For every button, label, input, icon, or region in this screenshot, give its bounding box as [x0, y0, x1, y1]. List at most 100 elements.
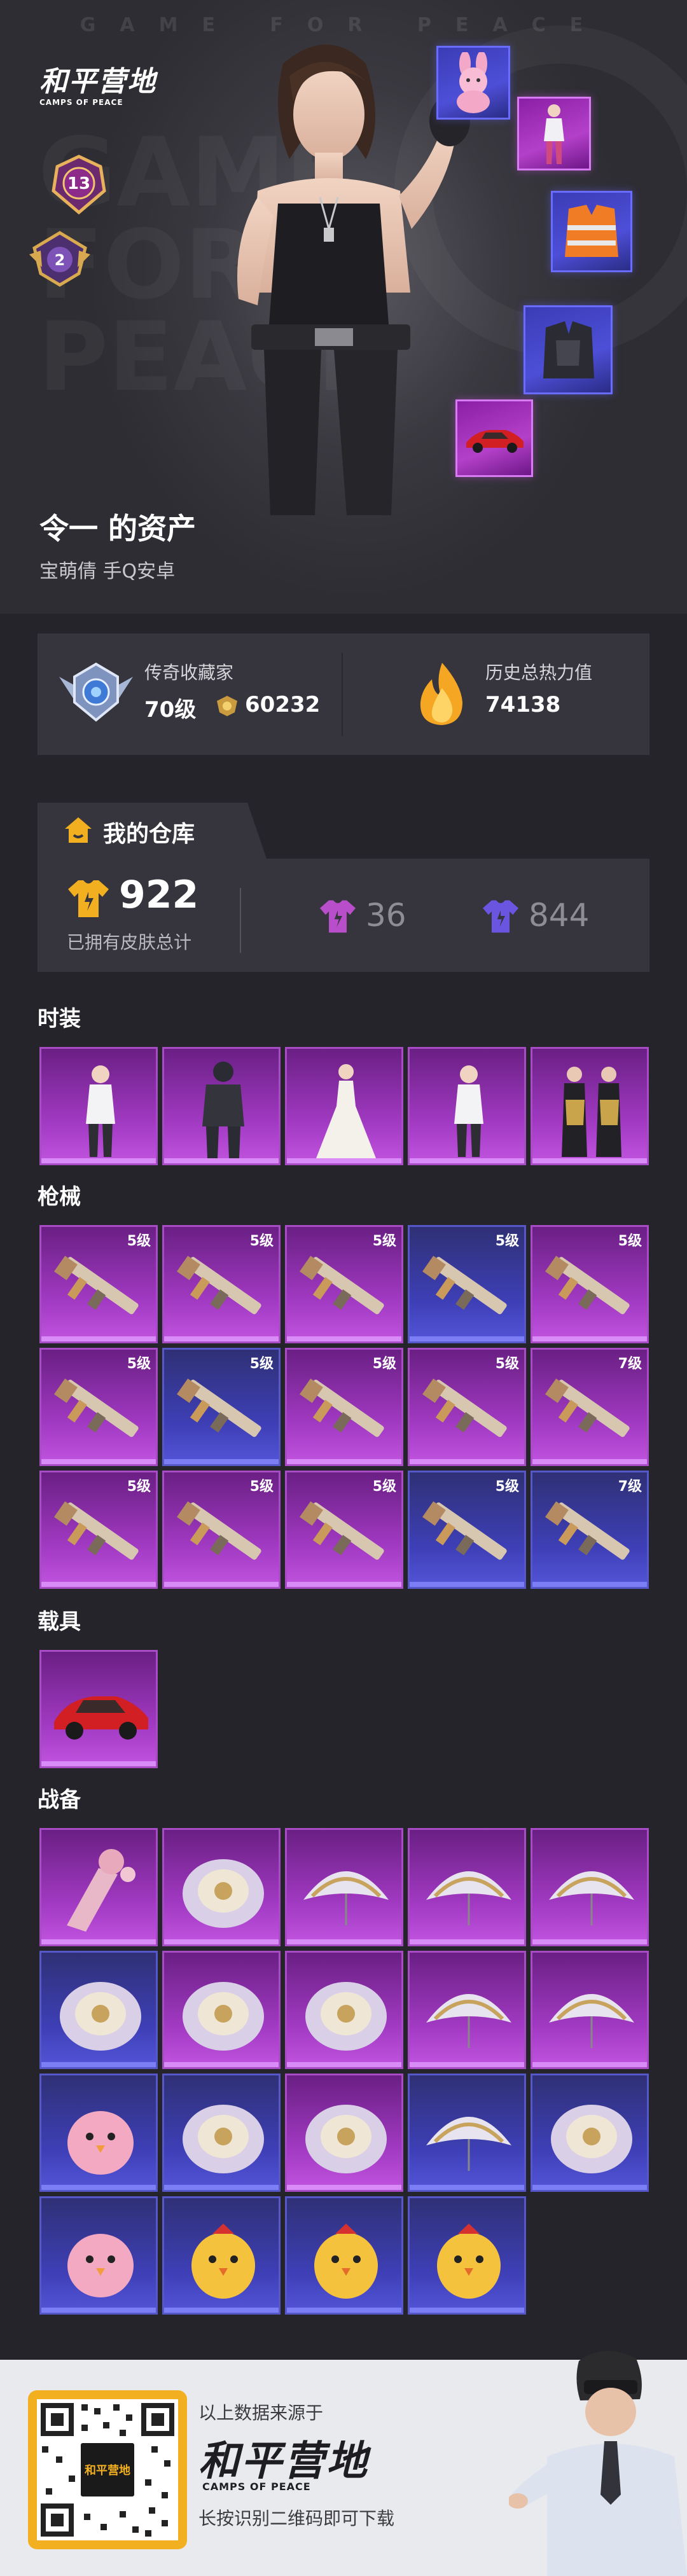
gear-tile-art-icon [67, 1849, 135, 1932]
gear-tile-art-icon [437, 2224, 501, 2299]
hero-item-vest[interactable] [551, 191, 632, 272]
blue-count: 844 [529, 897, 590, 934]
gear-tile-6[interactable] [162, 1951, 281, 2069]
weapon-tile-8[interactable]: 5级 [408, 1348, 526, 1466]
gear-tile-7[interactable] [285, 1951, 403, 2069]
gear-tile-0[interactable] [39, 1828, 158, 1946]
weapon-level-badge: 7级 [618, 1479, 642, 1495]
weapon-tile-12[interactable]: 5级 [285, 1471, 403, 1589]
warehouse-title: 我的仓库 [103, 821, 195, 847]
gear-tile-art-icon [183, 2105, 264, 2173]
fire-icon [420, 663, 462, 725]
gear-tile-14[interactable] [531, 2074, 649, 2192]
heat-label: 历史总热力值 [485, 662, 593, 683]
warehouse-panel: 922 已拥有皮肤总计 36 844 [38, 859, 649, 972]
gear-tile-art-icon [67, 2234, 134, 2297]
weapon-level-badge: 5级 [127, 1479, 151, 1495]
weapon-tile-3[interactable]: 5级 [408, 1225, 526, 1343]
outfit-figure-icon [544, 104, 564, 164]
gear-tile-art-icon [426, 1871, 511, 1925]
weapon-tile-1[interactable]: 5级 [162, 1225, 281, 1343]
gear-tile-3[interactable] [408, 1828, 526, 1946]
gear-tile-8[interactable] [408, 1951, 526, 2069]
gear-tile-art-icon [305, 2105, 387, 2173]
outfit-tile-art-icon [202, 1062, 244, 1158]
gear-tile-art-icon [549, 1994, 634, 2048]
weapon-level-badge: 5级 [372, 1479, 396, 1495]
weapon-tile-13[interactable]: 5级 [408, 1471, 526, 1589]
purple-count: 36 [366, 897, 406, 934]
bunny-icon [457, 52, 490, 113]
gear-tile-12[interactable] [285, 2074, 403, 2192]
outfit-tile-1[interactable] [162, 1047, 281, 1165]
owner-title: 令一 的资产 [39, 511, 197, 546]
weapon-tile-2[interactable]: 5级 [285, 1225, 403, 1343]
hero-item-outfit[interactable] [517, 97, 591, 170]
weapon-tile-10[interactable]: 5级 [39, 1471, 158, 1589]
weapon-level-badge: 5级 [249, 1356, 274, 1372]
gear-tile-1[interactable] [162, 1828, 281, 1946]
gear-tile-10[interactable] [39, 2074, 158, 2192]
gear-tile-9[interactable] [531, 1951, 649, 2069]
gear-tile-15[interactable] [39, 2196, 158, 2315]
points-coin-icon [217, 696, 237, 716]
weapon-tile-9[interactable]: 7级 [531, 1348, 649, 1466]
stats-card: 传奇收藏家 70级 60232 历史总热力值 74138 [38, 634, 649, 755]
footer-hint: 长按识别二维码即可下载 [198, 2508, 395, 2529]
outfit-tile-art-icon [316, 1064, 376, 1158]
gear-tile-13[interactable] [408, 2074, 526, 2192]
weapon-tile-14[interactable]: 7级 [531, 1471, 649, 1589]
weapon-tile-5[interactable]: 5级 [39, 1348, 158, 1466]
collector-points: 60232 [245, 692, 321, 717]
vehicle-tile-0[interactable] [39, 1650, 158, 1768]
gear-tile-art-icon [67, 2111, 134, 2175]
vehicle-tile-art-icon [54, 1696, 148, 1740]
qr-code[interactable]: 和平营地 [28, 2390, 187, 2549]
hero-item-suit[interactable] [524, 305, 613, 394]
footer: 和平营地 以上数据来源于 和平营地 CAMPS OF PEACE 长按识别二维码… [0, 2350, 687, 2576]
outfit-tile-2[interactable] [285, 1047, 403, 1165]
gear-tile-2[interactable] [285, 1828, 403, 1946]
tshirt-gold-icon [68, 880, 109, 917]
weapon-level-badge: 5级 [372, 1356, 396, 1372]
weapon-tile-0[interactable]: 5级 [39, 1225, 158, 1343]
outfit-tile-0[interactable] [39, 1047, 158, 1165]
weapon-level-badge: 5级 [495, 1233, 519, 1249]
gear-tile-11[interactable] [162, 2074, 281, 2192]
gear-tile-5[interactable] [39, 1951, 158, 2069]
hero-item-car[interactable] [455, 399, 533, 477]
gear-tile-18[interactable] [408, 2196, 526, 2315]
gear-tile-art-icon [426, 2117, 511, 2171]
outfit-tile-art-icon [454, 1065, 483, 1157]
gear-tile-art-icon [183, 1982, 264, 2051]
weapon-level-badge: 5级 [495, 1479, 519, 1495]
svg-text:13: 13 [67, 174, 90, 193]
collector-level: 70级 [144, 697, 197, 723]
gear-tile-art-icon [191, 2224, 255, 2299]
qr-app-logo: 和平营地 [78, 2440, 137, 2500]
outfit-tile-3[interactable] [408, 1047, 526, 1165]
weapon-tile-11[interactable]: 5级 [162, 1471, 281, 1589]
armor-suit-icon [543, 321, 594, 378]
section-gear-title: 战备 [38, 1787, 81, 1813]
footer-logo-cn: 和平营地 [198, 2437, 369, 2485]
weapon-tile-4[interactable]: 5级 [531, 1225, 649, 1343]
weapon-tile-6[interactable]: 5级 [162, 1348, 281, 1466]
rank-badge-icon: 13 [52, 155, 106, 215]
outfit-tile-art-icon [86, 1065, 115, 1157]
gear-tile-17[interactable] [285, 2196, 403, 2315]
footer-source: 以上数据来源于 [198, 2402, 324, 2423]
gear-tile-art-icon [305, 1982, 387, 2051]
svg-text:2: 2 [55, 251, 66, 269]
weapon-level-badge: 5级 [372, 1233, 396, 1249]
home-icon [65, 817, 92, 843]
gear-tile-4[interactable] [531, 1828, 649, 1946]
outfit-tile-4[interactable] [531, 1047, 649, 1165]
weapon-level-badge: 7级 [618, 1356, 642, 1372]
hero-item-bunny[interactable] [436, 46, 510, 120]
weapon-tile-7[interactable]: 5级 [285, 1348, 403, 1466]
gear-tile-16[interactable] [162, 2196, 281, 2315]
gear-tile-art-icon [60, 1982, 141, 2051]
footer-logo-en: CAMPS OF PEACE [202, 2481, 311, 2493]
gear-tile-art-icon [426, 1994, 511, 2048]
